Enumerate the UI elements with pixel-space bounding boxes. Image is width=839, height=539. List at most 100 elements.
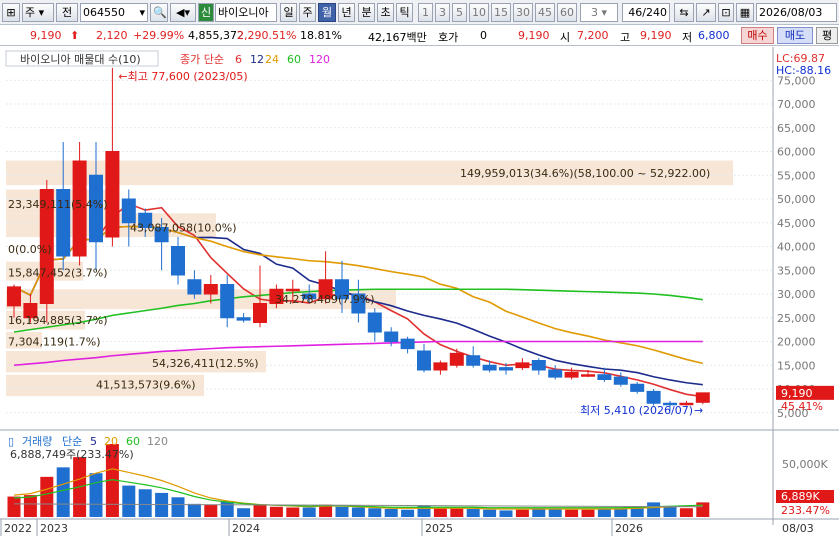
volume-bar [401,509,415,517]
eval-button[interactable]: 평 [816,27,838,44]
candle-body [203,284,218,295]
volume-bar [269,506,283,517]
price-change: 2,120 [96,29,128,42]
period-tick[interactable]: 틱 [396,3,413,22]
minute-60[interactable]: 60 [557,3,577,22]
hoga-value: 0 [480,29,487,42]
mode-select[interactable]: 주 ▾ [22,3,54,22]
volume-bar [122,485,136,517]
volume-ma-period: 60 [126,435,140,448]
date-input[interactable]: 2026/08/03 [756,3,837,22]
minute-1[interactable]: 1 [418,3,433,22]
y-tick-label: 35,000 [777,264,816,277]
prev-button[interactable]: 전 [56,3,78,22]
view-count[interactable]: 46/240 [622,3,670,22]
period-second[interactable]: 초 [377,3,394,22]
quote-bar: 9,190 ⬆ 2,120 +29.99% 4,855,372 2,290.51… [0,26,839,46]
candle-body [220,284,235,319]
layout-icon[interactable]: ⊞ [2,3,20,22]
volume-profile-label: 43,087,058(10.0%) [130,222,237,235]
volume-profile-label: 149,959,013(34.6%)(58,100.00 ~ 52,922.00… [460,167,710,180]
volume-profile-label: 23,349,111(5.4%) [8,198,108,211]
candle-body [515,362,530,369]
period-day[interactable]: 일 [280,3,297,22]
calendar-icon[interactable]: ▦ [736,3,754,22]
candle-body [482,364,497,371]
volume-tag-text: 6,889K [781,490,820,503]
chart-area[interactable]: 75,000 70,000 65,000 60,000 55,000 50,000 45,0… [0,47,839,536]
y-tick-label: 15,000 [777,359,816,372]
period-month[interactable]: 월 [318,3,336,22]
volume-profile-label: 34,278,489(7.9%) [275,293,375,306]
y-tick-label: 20,000 [777,336,816,349]
search-icon[interactable]: 🔍 [150,3,168,22]
y-tick-label: 60,000 [777,146,816,159]
volume-bar [335,506,349,517]
volume-bar [302,507,316,517]
turnover-ratio: 18.81% [300,29,342,42]
candle-body [449,352,464,366]
x-axis-label: 2023 [40,522,68,535]
chart-type-icon[interactable]: ↗ [696,3,716,22]
sell-button[interactable]: 매도 [777,27,813,44]
period-year[interactable]: 년 [338,3,355,22]
volume-note: 6,888,749주(233.47%) [10,448,134,461]
low-note: 최저 5,410 (2026/07) [580,404,693,417]
view-total: /240 [642,6,667,19]
candle-body [105,151,120,238]
x-axis-label: 2022 [4,522,32,535]
volume-bar [597,508,611,517]
price-chart-svg: 75,00070,00065,00060,00055,00050,00045,0… [0,47,839,536]
legend-ma-label: 종가 단순 [180,53,224,66]
volume-bar [138,489,152,517]
period-minute[interactable]: 분 [358,3,375,22]
volume-bar [368,508,382,517]
candle-body [548,369,563,378]
stock-code-input[interactable]: 064550 ▾ [80,3,148,22]
volume-bar [89,473,103,517]
minute-5[interactable]: 5 [452,3,467,22]
volume-legend-icon: ▯ [8,435,14,448]
view-count-value: 46 [628,6,643,19]
minute-45[interactable]: 45 [535,3,555,22]
volume-bar [220,500,234,517]
candle-body [236,317,251,321]
minute-10[interactable]: 10 [469,3,489,22]
stock-code-value: 064550 [83,6,125,19]
candle-body [400,338,415,350]
candle-body [367,312,382,333]
buy-button[interactable]: 매수 [741,27,774,44]
y-tick-label: 55,000 [777,169,816,182]
candle-body [630,383,645,392]
candle-body [597,374,612,380]
minute-15[interactable]: 15 [491,3,511,22]
candle-body [121,198,136,224]
low-price: 6,800 [698,29,730,42]
hc-indicator: HC:-88.16 [776,64,831,77]
volume-profile-label: 15,847,452(3.7%) [8,267,108,280]
y-tick-label: 30,000 [777,288,816,301]
volume-bar [515,509,529,517]
volume-profile-label: 41,513,573(9.6%) [96,378,196,391]
legend-ma-period: 12 [250,53,264,66]
dropdown-icon[interactable]: ▾ [139,4,145,21]
volume-profile-label: 7,304,119(1.7%) [8,336,101,349]
candle-body [253,303,267,323]
zoom-icon[interactable]: ⇆ [674,3,694,22]
high-label: 고 [620,31,631,44]
tools-icon[interactable]: ⊡ [718,3,734,22]
minute-30[interactable]: 30 [513,3,533,22]
price-percent-tag: 45.41% [781,400,823,413]
period-week[interactable]: 주 [299,3,316,22]
volume-bar [171,497,185,517]
high-price: 9,190 [640,29,672,42]
stock-name: 바이오니아 [215,3,277,22]
credit-badge: 신 [198,3,214,22]
volume-ma-period: 5 [90,435,97,448]
minute-3[interactable]: 3 [435,3,450,22]
volume-bar [565,509,579,517]
speaker-icon[interactable]: ◀▾ [170,3,196,22]
volume-bar [679,508,693,517]
candle-body [384,331,399,342]
custom-minute-input[interactable]: 3 ▾ [580,3,618,22]
